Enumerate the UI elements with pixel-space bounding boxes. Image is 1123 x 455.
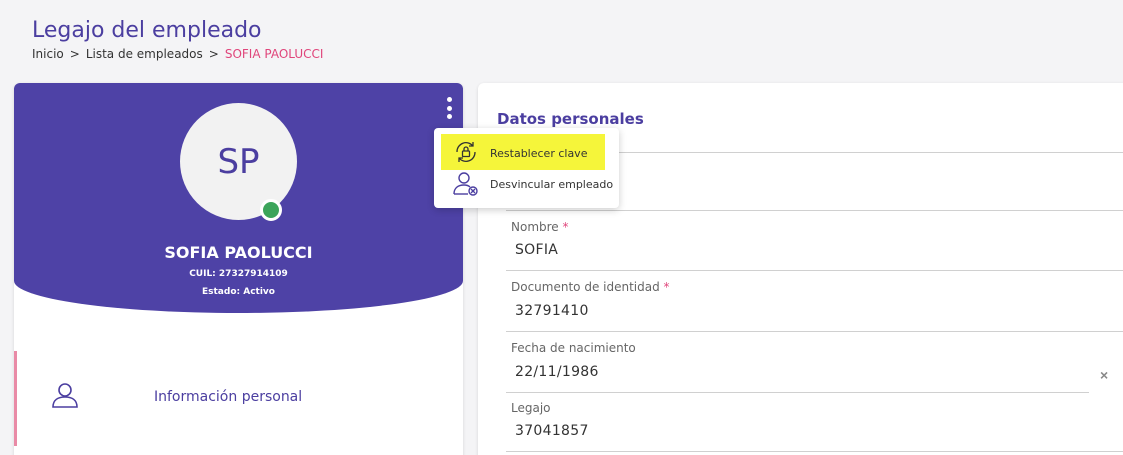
nav-item-label: Información personal — [154, 389, 303, 405]
lock-reset-icon — [452, 138, 480, 171]
field-underline — [506, 270, 1123, 271]
breadcrumb-home[interactable]: Inicio — [32, 47, 64, 61]
file-number-field[interactable]: 37041857 — [515, 423, 589, 439]
menu-item-label: Restablecer clave — [490, 147, 588, 160]
page-title: Legajo del empleado — [32, 18, 262, 43]
profile-card: SP SOFIA PAOLUCCI CUIL: 27327914109 Esta… — [14, 83, 463, 455]
breadcrumb: Inicio > Lista de empleados > SOFIA PAOL… — [32, 47, 323, 61]
more-options-button[interactable] — [442, 95, 456, 121]
user-remove-icon — [452, 170, 480, 203]
kebab-dot — [446, 114, 452, 119]
nav-item-personal-info[interactable]: Información personal — [14, 351, 463, 446]
clear-date-button[interactable]: × — [1100, 367, 1108, 383]
field-label-name: Nombre * — [511, 220, 569, 234]
field-underline — [506, 331, 1123, 332]
kebab-dot — [446, 97, 452, 102]
online-status-indicator — [260, 199, 282, 221]
breadcrumb-separator: > — [69, 47, 80, 61]
birthdate-field[interactable]: 22/11/1986 — [515, 364, 599, 380]
field-label-birthdate: Fecha de nacimiento — [511, 341, 636, 355]
employee-cuil: CUIL: 27327914109 — [189, 269, 288, 279]
menu-item-label: Desvincular empleado — [490, 178, 614, 191]
field-underline — [506, 451, 1123, 452]
section-title: Datos personales — [497, 110, 644, 128]
divider — [506, 210, 1123, 211]
field-label-file-number: Legajo — [511, 401, 551, 415]
name-field[interactable]: SOFIA — [515, 242, 558, 258]
breadcrumb-current: SOFIA PAOLUCCI — [224, 47, 324, 61]
field-underline — [506, 392, 1089, 393]
breadcrumb-employee-list[interactable]: Lista de empleados — [86, 47, 203, 61]
menu-item-unlink-employee[interactable]: Desvincular empleado — [434, 168, 619, 202]
employee-state: Estado: Activo — [202, 287, 275, 297]
document-field[interactable]: 32791410 — [515, 303, 589, 319]
user-icon — [51, 381, 79, 414]
field-label-document: Documento de identidad * — [511, 280, 670, 294]
menu-item-reset-password[interactable]: Restablecer clave — [434, 132, 619, 170]
options-menu: Restablecer clave Desvincular empleado — [434, 128, 619, 208]
breadcrumb-separator: > — [208, 47, 219, 61]
kebab-dot — [446, 105, 452, 111]
employee-name: SOFIA PAOLUCCI — [164, 243, 313, 262]
